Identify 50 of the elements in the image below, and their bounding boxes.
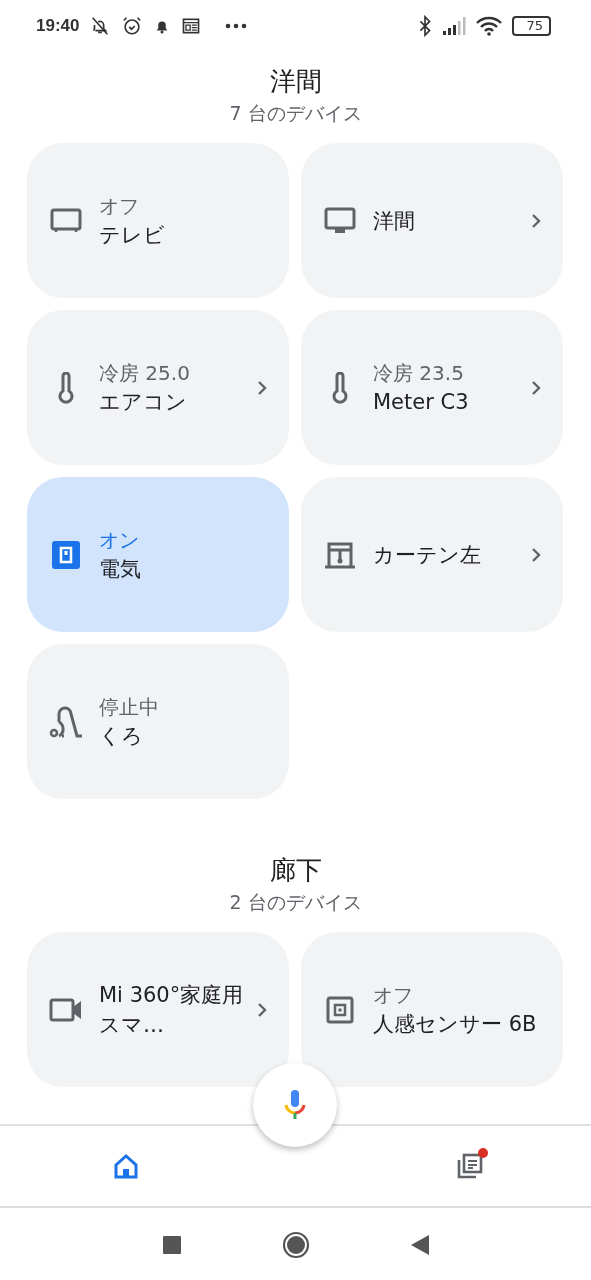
device-name: Mi 360°家庭用スマ… (99, 981, 245, 1039)
device-name: エアコン (99, 388, 188, 416)
home-button[interactable] (281, 1231, 310, 1259)
more-icon (225, 23, 248, 29)
documents-icon (455, 1151, 485, 1181)
curtain-icon (324, 540, 356, 569)
signal-icon (442, 17, 467, 35)
device-name: 洋間 (373, 207, 416, 235)
battery-indicator: 75 (512, 16, 551, 36)
device-tile[interactable]: オフ テレビ (27, 143, 289, 298)
device-name: テレビ (99, 221, 166, 249)
device-status: 停止中 (99, 693, 160, 721)
recents-button[interactable] (161, 1235, 182, 1255)
device-status: オン (99, 526, 140, 554)
clock-time: 19:40 (36, 16, 80, 36)
wifi-icon (476, 16, 503, 36)
device-count: 2 台のデバイス (228, 890, 363, 915)
vacuum-icon (49, 705, 83, 738)
device-status: オフ (99, 192, 140, 220)
device-tile[interactable]: 冷房 25.0 エアコン (27, 310, 289, 465)
device-tile[interactable]: 停止中 くろ (27, 644, 289, 799)
thermometer-icon (57, 371, 75, 404)
room-title: 洋間 (268, 65, 323, 98)
switch-icon (52, 540, 80, 569)
device-name: 電気 (99, 555, 142, 583)
monitor-icon (324, 206, 356, 235)
device-name: くろ (99, 722, 144, 750)
device-status: 冷房 23.5 (373, 359, 465, 387)
device-tile[interactable]: オン 電気 (27, 477, 289, 632)
device-name: 人感センサー 6B (373, 1010, 538, 1038)
device-name: Meter C3 (373, 388, 470, 416)
bluetooth-icon (418, 15, 433, 37)
back-button[interactable] (409, 1234, 430, 1256)
device-tile[interactable]: 洋間 (301, 143, 563, 298)
news-icon (181, 16, 202, 36)
device-tile[interactable]: カーテン左 (301, 477, 563, 632)
tv-icon (50, 206, 82, 235)
home-icon (112, 1152, 140, 1180)
device-status: オフ (373, 981, 414, 1009)
device-tile[interactable]: 冷房 23.5 Meter C3 (301, 310, 563, 465)
device-tile[interactable]: オフ 人感センサー 6B (301, 932, 563, 1087)
device-tile[interactable]: Mi 360°家庭用スマ… (27, 932, 289, 1087)
thermometer-icon (331, 371, 349, 404)
device-status: 冷房 25.0 (99, 359, 191, 387)
microphone-icon (284, 1089, 306, 1121)
sensor-icon (326, 995, 354, 1024)
video-camera-icon (49, 996, 83, 1023)
room-title: 廊下 (268, 854, 323, 887)
device-count: 7 台のデバイス (228, 101, 363, 126)
device-name: カーテン左 (373, 541, 482, 569)
